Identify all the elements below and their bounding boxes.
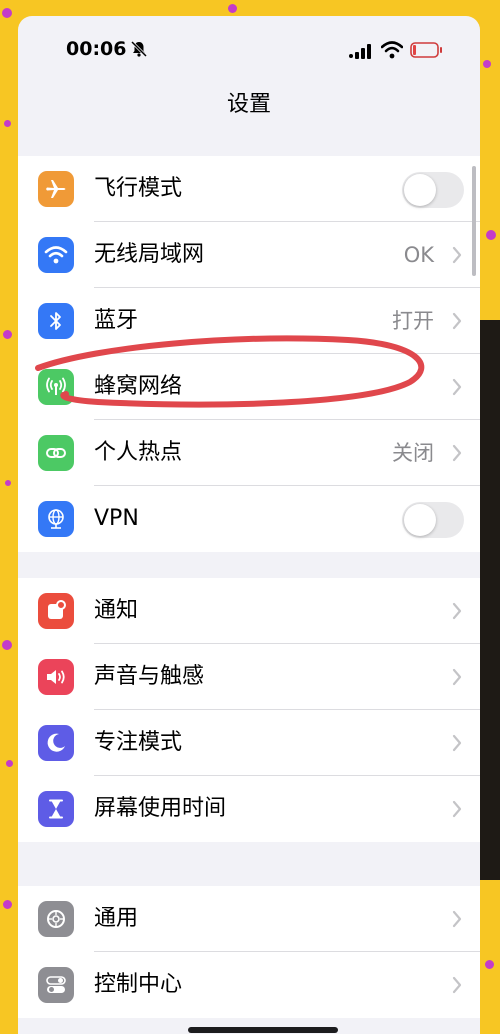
gear-icon	[38, 901, 74, 937]
settings-row-cellular[interactable]: 蜂窝网络	[18, 354, 480, 420]
background-dot	[483, 60, 491, 68]
phone-screen: 00:06 设置 飞行模式 无线局域网 OK 蓝牙 打开 蜂窝网络 个人热点 关…	[18, 16, 480, 1034]
background-dot	[228, 4, 237, 13]
chevron-right-icon	[452, 444, 462, 462]
row-label: 专注模式	[94, 730, 183, 755]
hourglass-icon	[38, 791, 74, 827]
background-dot	[6, 760, 13, 767]
moon-icon	[38, 725, 74, 761]
row-label: 蓝牙	[94, 308, 139, 333]
background-dot	[486, 230, 496, 240]
row-label: 通知	[94, 598, 139, 623]
settings-row-bluetooth[interactable]: 蓝牙 打开	[18, 288, 480, 354]
background-dot	[5, 480, 11, 486]
settings-row-notifications[interactable]: 通知	[18, 578, 480, 644]
hotspot-link-icon	[38, 435, 74, 471]
switches-icon	[38, 967, 74, 1003]
row-label: 通用	[94, 906, 139, 931]
chevron-right-icon	[452, 246, 462, 264]
chevron-right-icon	[452, 312, 462, 330]
chevron-right-icon	[452, 734, 462, 752]
hotspot-status-value: 关闭	[392, 441, 434, 465]
settings-row-sounds-haptics[interactable]: 声音与触感	[18, 644, 480, 710]
chevron-right-icon	[452, 602, 462, 620]
bluetooth-icon	[38, 303, 74, 339]
vpn-toggle[interactable]	[402, 502, 464, 538]
bluetooth-status-value: 打开	[392, 309, 434, 333]
settings-group-general: 通用 控制中心	[18, 886, 480, 1018]
row-label: 屏幕使用时间	[94, 796, 227, 821]
chevron-right-icon	[452, 910, 462, 928]
background-dot	[4, 120, 11, 127]
notification-bell-icon	[38, 593, 74, 629]
background-dot	[485, 960, 494, 969]
airplane-icon	[38, 171, 74, 207]
chevron-right-icon	[452, 976, 462, 994]
settings-row-general[interactable]: 通用	[18, 886, 480, 952]
settings-row-screen-time[interactable]: 屏幕使用时间	[18, 776, 480, 842]
settings-group-notifications: 通知 声音与触感 专注模式 屏幕使用时间	[18, 578, 480, 842]
cellular-antenna-icon	[38, 369, 74, 405]
row-label: 声音与触感	[94, 664, 205, 689]
settings-row-control-center[interactable]: 控制中心	[18, 952, 480, 1018]
background-dot	[3, 330, 12, 339]
silent-bell-icon	[130, 40, 148, 58]
row-label: 无线局域网	[94, 242, 205, 267]
settings-row-vpn[interactable]: VPN	[18, 486, 480, 552]
row-label: VPN	[94, 506, 139, 531]
background-dot	[2, 640, 12, 650]
status-time: 00:06	[66, 38, 127, 60]
wifi-icon	[38, 237, 74, 273]
background-dark-edge	[478, 320, 500, 880]
row-label: 控制中心	[94, 972, 183, 997]
page-title: 设置	[226, 92, 271, 117]
wifi-status-value: OK	[403, 243, 434, 267]
speaker-icon	[38, 659, 74, 695]
chevron-right-icon	[452, 668, 462, 686]
settings-row-focus[interactable]: 专注模式	[18, 710, 480, 776]
background-dot	[2, 8, 12, 18]
background-dot	[3, 900, 12, 909]
scrollbar[interactable]	[472, 166, 476, 276]
wifi-status-icon	[381, 41, 403, 59]
row-label: 蜂窝网络	[94, 374, 183, 399]
settings-group-connectivity: 飞行模式 无线局域网 OK 蓝牙 打开 蜂窝网络 个人热点 关闭 VPN	[18, 156, 480, 552]
battery-low-icon	[410, 42, 442, 58]
chevron-right-icon	[452, 378, 462, 396]
settings-row-wifi[interactable]: 无线局域网 OK	[18, 222, 480, 288]
row-label: 个人热点	[94, 440, 183, 465]
chevron-right-icon	[452, 800, 462, 818]
settings-row-airplane-mode[interactable]: 飞行模式	[18, 156, 480, 222]
status-bar: 00:06	[18, 16, 480, 80]
row-label: 飞行模式	[94, 176, 183, 201]
settings-row-personal-hotspot[interactable]: 个人热点 关闭	[18, 420, 480, 486]
globe-icon	[38, 501, 74, 537]
toggle-knob	[404, 174, 436, 206]
airplane-mode-toggle[interactable]	[402, 172, 464, 208]
home-indicator[interactable]	[188, 1027, 338, 1033]
toggle-knob	[404, 504, 436, 536]
cellular-signal-icon	[349, 44, 371, 59]
